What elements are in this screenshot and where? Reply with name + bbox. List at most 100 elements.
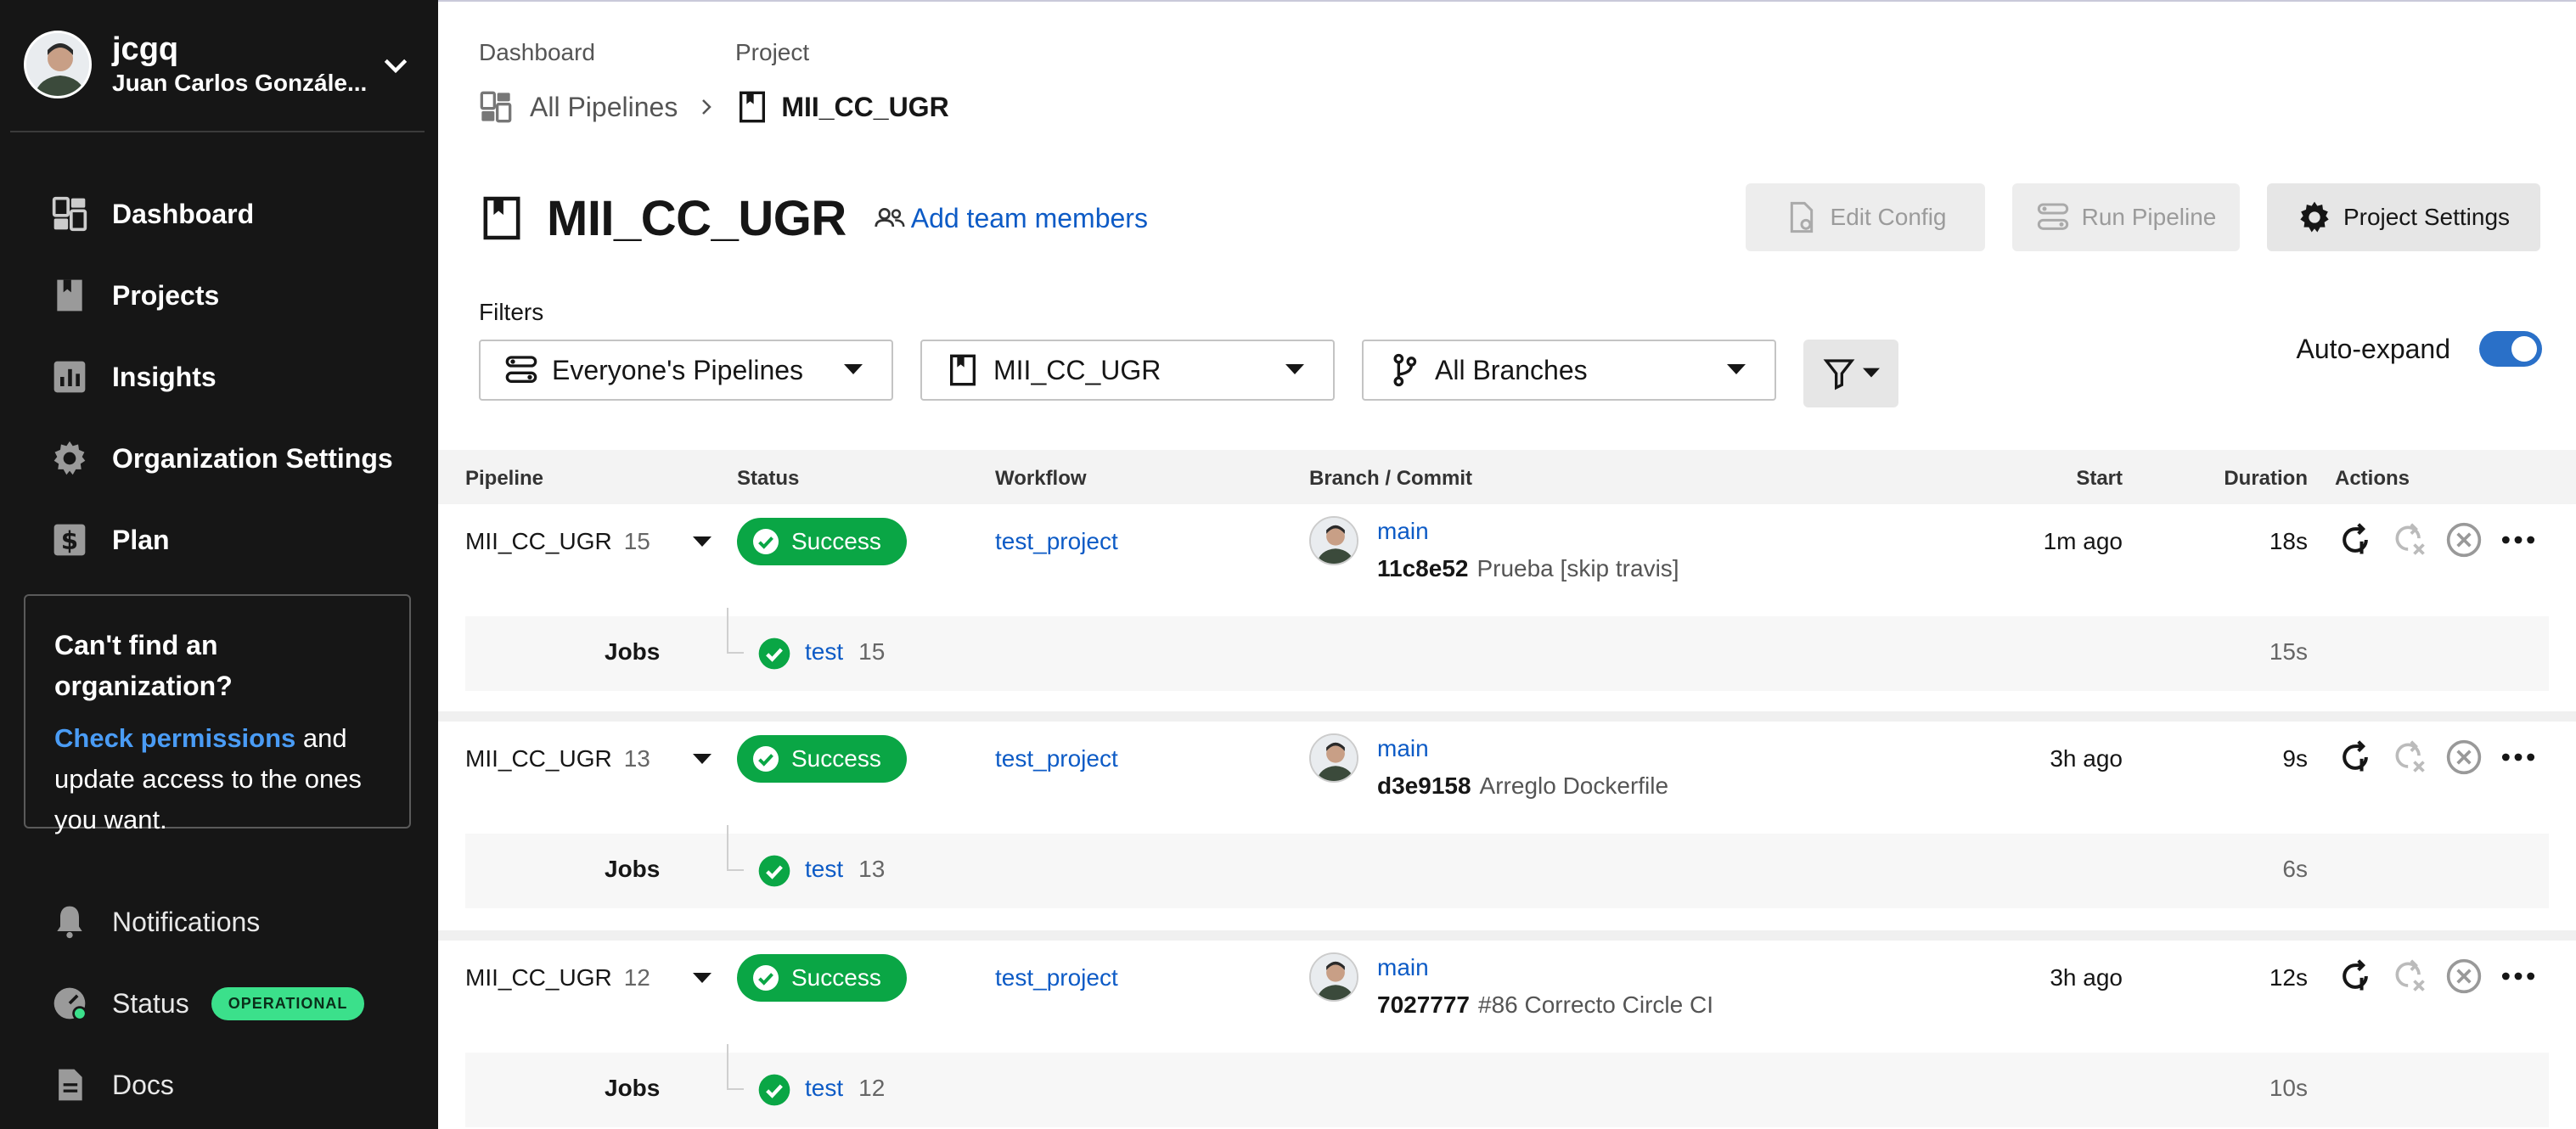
book-icon bbox=[483, 196, 520, 240]
pipelines-filter-select[interactable]: Everyone's Pipelines bbox=[479, 340, 893, 401]
add-team-members-label: Add team members bbox=[910, 202, 1148, 233]
check-permissions-link[interactable]: Check permissions bbox=[54, 723, 295, 753]
sidebar-item-dashboard[interactable]: Dashboard bbox=[0, 173, 438, 255]
job-link[interactable]: test 12 bbox=[805, 1075, 885, 1102]
sidebar-item-status[interactable]: Status OPERATIONAL bbox=[0, 963, 438, 1044]
status-badge[interactable]: Success bbox=[737, 954, 907, 1002]
sidebar-item-projects[interactable]: Projects bbox=[0, 255, 438, 336]
status-badge[interactable]: Success bbox=[737, 735, 907, 783]
commit-sha[interactable]: d3e9158 bbox=[1377, 772, 1471, 799]
pipeline-name[interactable]: MII_CC_UGR 13 bbox=[465, 745, 650, 772]
column-header-duration: Duration bbox=[2224, 467, 2308, 490]
more-icon[interactable] bbox=[2500, 521, 2537, 559]
pipeline-name[interactable]: MII_CC_UGR 12 bbox=[465, 964, 650, 991]
branch-filter-select[interactable]: All Branches bbox=[1362, 340, 1776, 401]
job-duration: 15s bbox=[2269, 638, 2308, 665]
user-login: jcgq bbox=[112, 31, 179, 67]
rerun-failed-icon[interactable] bbox=[2391, 958, 2428, 995]
job-number: 12 bbox=[858, 1075, 886, 1101]
sidebar-item-notifications[interactable]: Notifications bbox=[0, 881, 438, 963]
breadcrumb: All Pipelines MII_CC_UGR bbox=[479, 88, 949, 126]
more-icon[interactable] bbox=[2500, 739, 2537, 776]
more-icon[interactable] bbox=[2500, 958, 2537, 995]
cancel-icon[interactable] bbox=[2445, 739, 2483, 776]
main-nav: Dashboard Projects Insights Organization… bbox=[0, 173, 438, 581]
start-time: 3h ago bbox=[2050, 964, 2123, 991]
pipeline-row: MII_CC_UGR 12 Success test_project main 7… bbox=[438, 941, 2576, 1129]
status-gauge-icon bbox=[53, 987, 87, 1021]
project-filter-value: MII_CC_UGR bbox=[993, 354, 1161, 385]
rerun-failed-icon[interactable] bbox=[2391, 521, 2428, 559]
dashboard-icon bbox=[52, 196, 87, 232]
rerun-icon[interactable] bbox=[2337, 521, 2374, 559]
project-filter-select[interactable]: MII_CC_UGR bbox=[920, 340, 1335, 401]
auto-expand-toggle[interactable] bbox=[2479, 331, 2542, 367]
job-name: test bbox=[805, 856, 844, 882]
caret-down-icon[interactable] bbox=[693, 754, 711, 766]
gear-icon bbox=[2300, 201, 2329, 233]
book-icon bbox=[57, 279, 82, 312]
column-header-pipeline: Pipeline bbox=[465, 467, 544, 490]
commit-message: Prueba [skip travis] bbox=[1476, 555, 1679, 581]
sidebar-item-label: Plan bbox=[112, 524, 170, 555]
doc-icon bbox=[59, 1069, 82, 1101]
status-badge[interactable]: Success bbox=[737, 518, 907, 565]
chevron-down-icon[interactable] bbox=[379, 49, 413, 83]
rerun-icon[interactable] bbox=[2337, 958, 2374, 995]
workflow-link[interactable]: test_project bbox=[995, 964, 1118, 991]
filter-icon bbox=[1823, 359, 1855, 390]
pipeline-icon bbox=[505, 356, 537, 383]
sidebar-item-label: Dashboard bbox=[112, 198, 255, 229]
branch-filter-value: All Branches bbox=[1435, 354, 1588, 385]
pipeline-number: 15 bbox=[623, 528, 650, 554]
commit-sha[interactable]: 11c8e52 bbox=[1377, 555, 1468, 581]
pipeline-row: MII_CC_UGR 15 Success test_project main 1… bbox=[438, 504, 2576, 720]
gear-icon bbox=[53, 441, 86, 475]
user-menu[interactable]: jcgq Juan Carlos Gonzále... bbox=[24, 29, 423, 100]
project-settings-button[interactable]: Project Settings bbox=[2267, 183, 2540, 251]
sidebar-item-plan[interactable]: $ Plan bbox=[0, 499, 438, 581]
rerun-failed-icon[interactable] bbox=[2391, 739, 2428, 776]
pipeline-name[interactable]: MII_CC_UGR 15 bbox=[465, 528, 650, 555]
row-divider bbox=[438, 711, 2576, 722]
advanced-filter-button[interactable] bbox=[1803, 340, 1898, 407]
edit-config-button[interactable]: Edit Config bbox=[1746, 183, 1985, 251]
org-notice: Can't find an organization? Check permis… bbox=[24, 594, 411, 834]
caret-down-icon[interactable] bbox=[693, 536, 711, 548]
check-circle-icon bbox=[758, 855, 790, 887]
start-time: 1m ago bbox=[2043, 528, 2123, 554]
jobs-connector bbox=[727, 1044, 744, 1090]
pipelines-table-header: Pipeline Status Workflow Branch / Commit… bbox=[438, 450, 2576, 504]
commit-message: Arreglo Dockerfile bbox=[1479, 772, 1669, 799]
breadcrumb-all-pipelines[interactable]: All Pipelines bbox=[530, 92, 678, 123]
rerun-icon[interactable] bbox=[2337, 739, 2374, 776]
sidebar-item-insights[interactable]: Insights bbox=[0, 336, 438, 418]
svg-text:$: $ bbox=[61, 526, 78, 555]
cancel-icon[interactable] bbox=[2445, 958, 2483, 995]
caret-down-icon bbox=[1285, 364, 1304, 374]
commit-info: d3e9158 Arreglo Dockerfile bbox=[1377, 772, 1668, 800]
sidebar-item-label: Docs bbox=[112, 1069, 174, 1100]
sidebar-item-docs[interactable]: Docs bbox=[0, 1044, 438, 1126]
commit-sha[interactable]: 7027777 bbox=[1377, 991, 1470, 1018]
job-link[interactable]: test 13 bbox=[805, 856, 885, 883]
user-full-name: Juan Carlos Gonzále... bbox=[112, 70, 367, 96]
sidebar-item-organization-settings[interactable]: Organization Settings bbox=[0, 418, 438, 499]
caret-down-icon[interactable] bbox=[693, 973, 711, 985]
workflow-link[interactable]: test_project bbox=[995, 745, 1118, 772]
file-gear-icon bbox=[1790, 201, 1813, 233]
add-team-members-button[interactable]: Add team members bbox=[874, 203, 1148, 234]
branch-link[interactable]: main bbox=[1377, 518, 1429, 545]
auto-expand-label: Auto-expand bbox=[2296, 333, 2450, 364]
branch-link[interactable]: main bbox=[1377, 954, 1429, 981]
branch-link[interactable]: main bbox=[1377, 735, 1429, 762]
cancel-icon[interactable] bbox=[2445, 521, 2483, 559]
workflow-link[interactable]: test_project bbox=[995, 528, 1118, 555]
caret-down-icon bbox=[844, 364, 863, 374]
duration: 12s bbox=[2269, 964, 2308, 991]
run-pipeline-button[interactable]: Run Pipeline bbox=[2012, 183, 2240, 251]
job-link[interactable]: test 15 bbox=[805, 638, 885, 666]
auto-expand-control: Auto-expand bbox=[2297, 331, 2542, 367]
column-header-start: Start bbox=[2076, 467, 2123, 490]
check-circle-icon bbox=[753, 529, 779, 554]
